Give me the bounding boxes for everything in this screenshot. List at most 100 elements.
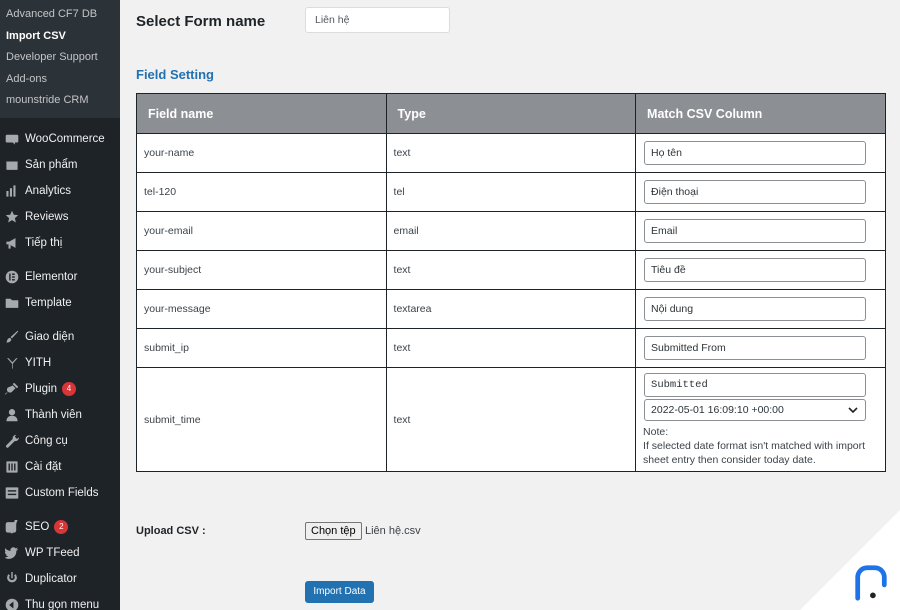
twitter-icon [4, 545, 19, 560]
sidebar-collapse-menu[interactable]: Thu gọn menu [0, 592, 120, 610]
sidebar-item-label: Tiếp thị [25, 236, 63, 249]
sidebar-item-template[interactable]: Template [0, 290, 120, 316]
sidebar-item-yith[interactable]: YITH [0, 350, 120, 376]
field-name-cell: your-email [136, 211, 387, 251]
sidebar-item-appearance[interactable]: Giao diện [0, 324, 120, 350]
sidebar-item-marketing[interactable]: Tiếp thị [0, 230, 120, 256]
sidebar-item-products[interactable]: Sản phẩm [0, 152, 120, 178]
column-header-type: Type [385, 93, 637, 134]
choose-file-button[interactable]: Chọn tệp [305, 522, 362, 540]
upload-csv-label: Upload CSV : [136, 525, 206, 537]
field-type-cell: text [385, 367, 637, 472]
field-type-cell: text [385, 328, 637, 368]
submenu-item-developer-support[interactable]: Developer Support [0, 47, 120, 69]
sidebar-item-label: Công cụ [25, 434, 68, 447]
sidebar-item-custom-fields[interactable]: Custom Fields [0, 480, 120, 506]
sidebar-item-tools[interactable]: Công cụ [0, 428, 120, 454]
select-form-label: Select Form name [136, 12, 266, 30]
elementor-icon [4, 269, 19, 284]
sidebar-item-label: SEO [25, 520, 50, 533]
submenu-item-add-ons[interactable]: Add-ons [0, 69, 120, 91]
date-format-note: Note: If selected date format isn't matc… [643, 425, 885, 467]
submenu-item-mounstride-crm[interactable]: mounstride CRM [0, 90, 120, 112]
csv-column-input[interactable]: Tiêu đề [644, 258, 867, 282]
field-type-cell: email [385, 211, 637, 251]
admin-sidebar: Advanced CF7 DB Import CSV Developer Sup… [0, 0, 120, 610]
yoast-icon [4, 519, 19, 534]
custom-fields-icon [4, 485, 19, 500]
table-row: submit_ip text Submitted From [136, 328, 886, 368]
table-row: submit_time text Submitted 2022-05-01 16… [136, 367, 886, 472]
paintbrush-icon [4, 329, 19, 344]
sidebar-item-label: Elementor [25, 270, 78, 283]
field-type-cell: text [385, 250, 637, 290]
sidebar-item-seo[interactable]: SEO 2 [0, 514, 120, 540]
table-row: your-message textarea Nội dung [136, 289, 886, 329]
star-icon [4, 209, 19, 224]
form-name-select[interactable]: Liên hệ [305, 7, 450, 33]
field-name-cell: submit_time [136, 367, 387, 472]
chevron-down-icon [848, 406, 858, 413]
field-name-cell: tel-120 [136, 172, 387, 212]
sidebar-item-woocommerce[interactable]: WooCommerce [0, 126, 120, 152]
csv-column-input[interactable]: Họ tên [644, 141, 867, 165]
brand-logo-icon [855, 565, 887, 601]
selected-file-name: Liên hệ.csv [365, 525, 421, 537]
sidebar-item-settings[interactable]: Cài đặt [0, 454, 120, 480]
products-icon [4, 157, 19, 172]
sidebar-item-analytics[interactable]: Analytics [0, 178, 120, 204]
collapse-icon [4, 597, 19, 610]
column-header-field-name: Field name [136, 93, 387, 134]
csv-column-cell: Submitted From [635, 328, 886, 368]
woocommerce-icon [4, 131, 19, 146]
csv-column-input[interactable]: Điện thoại [644, 180, 867, 204]
import-data-button[interactable]: Import Data [305, 581, 374, 603]
submenu: Advanced CF7 DB Import CSV Developer Sup… [0, 0, 120, 118]
field-type-cell: tel [385, 172, 637, 212]
submenu-item-advanced-cf7-db[interactable]: Advanced CF7 DB [0, 4, 120, 26]
analytics-icon [4, 183, 19, 198]
user-icon [4, 407, 19, 422]
yith-icon [4, 355, 19, 370]
megaphone-icon [4, 235, 19, 250]
table-row: your-subject text Tiêu đề [136, 250, 886, 290]
field-type-cell: text [385, 133, 637, 173]
wrench-icon [4, 433, 19, 448]
date-format-select[interactable]: 2022-05-01 16:09:10 +00:00 [644, 398, 867, 421]
sidebar-item-label: Duplicator [25, 572, 77, 585]
csv-column-input[interactable]: Email [644, 219, 867, 243]
field-name-cell: your-subject [136, 250, 387, 290]
duplicator-icon [4, 571, 19, 586]
csv-column-input[interactable]: Nội dung [644, 297, 867, 321]
sidebar-item-elementor[interactable]: Elementor [0, 264, 120, 290]
sidebar-item-duplicator[interactable]: Duplicator [0, 566, 120, 592]
field-setting-title: Field Setting [136, 67, 214, 82]
csv-column-cell: Email [635, 211, 886, 251]
settings-icon [4, 459, 19, 474]
field-name-cell: your-name [136, 133, 387, 173]
field-type-cell: textarea [385, 289, 637, 329]
menu-group-builder: Elementor Template [0, 256, 120, 316]
table-row: your-name text Họ tên [136, 133, 886, 173]
sidebar-item-label: Reviews [25, 210, 69, 223]
table-row: tel-120 tel Điện thoại [136, 172, 886, 212]
sidebar-item-label: Template [25, 296, 72, 309]
sidebar-item-label: WooCommerce [25, 132, 105, 145]
submenu-item-import-csv[interactable]: Import CSV [0, 26, 120, 48]
sidebar-item-plugins[interactable]: Plugin 4 [0, 376, 120, 402]
csv-column-input[interactable]: Submitted From [644, 336, 867, 360]
upload-csv-row: Upload CSV : Chọn tệp Liên hệ.csv [136, 522, 536, 542]
plugin-icon [4, 381, 19, 396]
csv-column-input[interactable]: Submitted [644, 372, 867, 397]
sidebar-item-label: Giao diện [25, 330, 75, 343]
csv-column-cell: Nội dung [635, 289, 886, 329]
sidebar-item-wp-tfeed[interactable]: WP TFeed [0, 540, 120, 566]
csv-column-cell: Submitted 2022-05-01 16:09:10 +00:00 Not… [635, 367, 886, 472]
sidebar-item-users[interactable]: Thành viên [0, 402, 120, 428]
sidebar-item-reviews[interactable]: Reviews [0, 204, 120, 230]
field-mapping-table: Field name Type Match CSV Column your-na… [136, 93, 886, 472]
seo-notification-badge: 2 [54, 519, 69, 534]
field-name-cell: submit_ip [136, 328, 387, 368]
table-row: your-email email Email [136, 211, 886, 251]
table-header-row: Field name Type Match CSV Column [136, 93, 886, 134]
